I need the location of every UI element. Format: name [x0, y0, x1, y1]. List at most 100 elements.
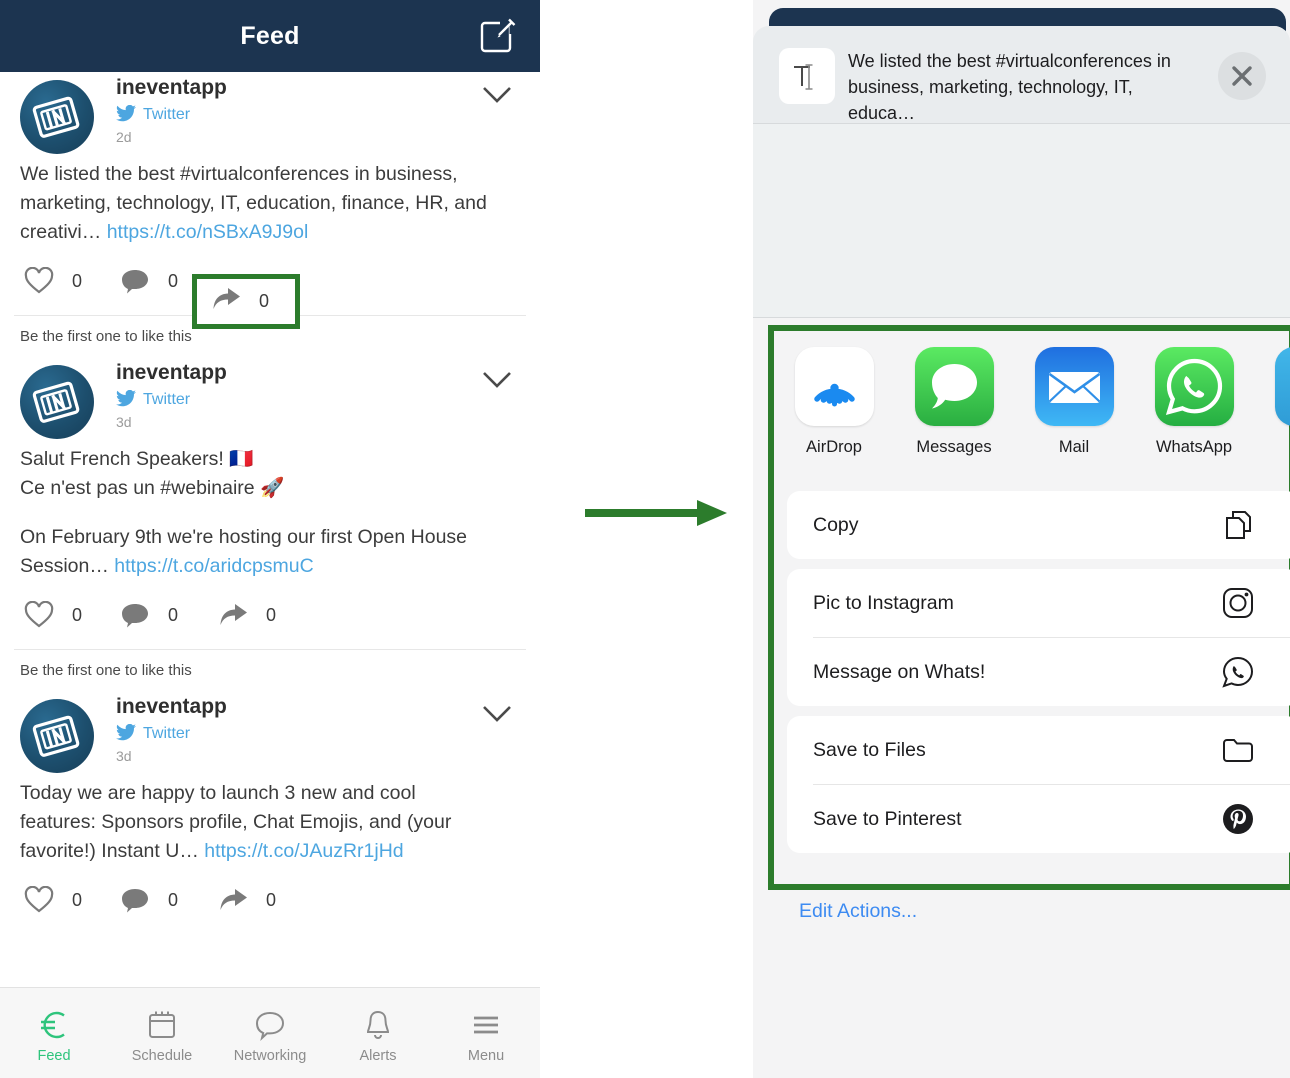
share-app-label: AirDrop	[806, 438, 862, 456]
whatsapp-icon	[1154, 347, 1234, 426]
post-username[interactable]: ineventapp	[116, 361, 227, 385]
text-cursor-icon	[779, 48, 835, 104]
tab-label: Feed	[37, 1048, 71, 1064]
post-body: We listed the best #virtualconferences i…	[20, 160, 520, 247]
comment-count: 0	[168, 889, 179, 910]
share-app-messages[interactable]: Messages	[894, 331, 1014, 457]
like-count: 0	[72, 604, 83, 625]
share-button[interactable]: 0	[218, 595, 276, 635]
avatar[interactable]	[20, 365, 94, 439]
pinterest-icon	[1221, 802, 1255, 836]
chevron-down-icon[interactable]	[482, 705, 512, 723]
bottom-tab-bar: Feed Schedule Networking Alerts Menu	[0, 987, 540, 1078]
post-source: Twitter	[116, 389, 190, 412]
action-group: Save to Files Save to Pinterest	[787, 716, 1290, 853]
feed-list[interactable]: ineventapp Twitter 2d We listed the best…	[0, 72, 540, 988]
twitter-bird-icon	[116, 389, 136, 412]
tab-label: Menu	[467, 1048, 505, 1064]
post-age: 2d	[116, 129, 132, 145]
post-username[interactable]: ineventapp	[116, 76, 227, 100]
post-header: ineventapp Twitter 2d	[0, 72, 540, 160]
share-button-highlight[interactable]: 0	[192, 274, 300, 329]
like-count: 0	[72, 889, 83, 910]
feed-app-screenshot: Feed ineventapp Twitter 2d We listed the…	[0, 0, 540, 1078]
share-app-mail[interactable]: Mail	[1014, 331, 1134, 457]
right-arrow-annotation	[585, 495, 735, 531]
comment-count: 0	[168, 604, 179, 625]
share-preview-text: We listed the best #virtualconferences i…	[848, 48, 1178, 126]
like-button[interactable]: 0	[24, 261, 82, 301]
action-row-pic-to-instagram[interactable]: Pic to Instagram	[787, 569, 1290, 637]
post-age: 3d	[116, 748, 132, 764]
heart-icon	[24, 600, 54, 629]
share-sheet-screenshot: We listed the best #virtualconferences i…	[753, 0, 1290, 1078]
post-actions: 0 0 0	[0, 595, 540, 649]
preview-line: business, marketing, technology, IT, edu…	[848, 77, 1133, 123]
divider	[753, 317, 1290, 318]
action-label: Save to Files	[813, 738, 926, 761]
preview-line: We listed the best #virtualconferences i…	[848, 51, 1171, 71]
post-body-line: marketing, technology, IT, education, fi…	[20, 192, 487, 214]
share-app-label: Mail	[1058, 438, 1090, 456]
post-username[interactable]: ineventapp	[116, 695, 227, 719]
post-body-line: features: Sponsors profile, Chat Emojis,…	[20, 811, 452, 833]
comment-icon	[120, 886, 150, 914]
post-body: Salut French Speakers! 🇫🇷 Ce n'est pas u…	[20, 445, 520, 503]
avatar[interactable]	[20, 699, 94, 773]
tab-networking[interactable]: Networking	[216, 988, 324, 1078]
action-label: Copy	[813, 513, 859, 536]
whatsapp-outline-icon	[1221, 655, 1255, 689]
heart-icon	[24, 885, 54, 914]
post-body-line: On February 9th we're hosting our first …	[20, 526, 468, 548]
twitter-bird-icon	[116, 104, 136, 127]
action-label: Pic to Instagram	[813, 591, 954, 614]
tab-alerts[interactable]: Alerts	[324, 988, 432, 1078]
edit-actions-link[interactable]: Edit Actions...	[799, 900, 917, 923]
comment-button[interactable]: 0	[120, 880, 178, 920]
close-icon[interactable]	[1218, 52, 1266, 100]
post-source-label: Twitter	[143, 725, 191, 742]
post-header: ineventapp Twitter 3d	[0, 691, 540, 779]
compose-icon[interactable]	[480, 17, 517, 54]
post-header: ineventapp Twitter 3d	[0, 357, 540, 445]
action-row-message-on-whats[interactable]: Message on Whats!	[787, 638, 1290, 706]
share-app-airdrop[interactable]: AirDrop	[774, 331, 894, 457]
share-app-label: Messages	[916, 438, 992, 456]
share-arrow-icon	[211, 285, 241, 318]
feed-post[interactable]: ineventapp Twitter 3d Salut French Speak…	[0, 357, 540, 679]
share-app-telegram[interactable]: T	[1254, 331, 1290, 457]
tab-schedule[interactable]: Schedule	[108, 988, 216, 1078]
like-button[interactable]: 0	[24, 595, 82, 635]
share-app-whatsapp[interactable]: WhatsApp	[1134, 331, 1254, 457]
post-link[interactable]: https://t.co/nSBxA9J9ol	[107, 221, 309, 243]
share-arrow-icon	[218, 886, 248, 914]
comment-button[interactable]: 0	[120, 261, 178, 301]
chevron-down-icon[interactable]	[482, 86, 512, 104]
share-apps-row[interactable]: AirDrop Messages Mail WhatsApp	[774, 331, 1290, 481]
comment-button[interactable]: 0	[120, 595, 178, 635]
action-row-save-to-pinterest[interactable]: Save to Pinterest	[787, 785, 1290, 853]
share-sheet-highlight: AirDrop Messages Mail WhatsApp Copy Pic …	[768, 325, 1290, 890]
like-button[interactable]: 0	[24, 880, 82, 920]
twitter-bird-icon	[116, 723, 136, 746]
post-body-line: Today we are happy to launch 3 new and c…	[20, 782, 416, 804]
avatar[interactable]	[20, 80, 94, 154]
action-row-save-to-files[interactable]: Save to Files	[787, 716, 1290, 784]
post-link[interactable]: https://t.co/JAuzRr1jHd	[204, 840, 403, 862]
share-app-label: WhatsApp	[1155, 438, 1233, 456]
tab-label: Networking	[233, 1048, 307, 1064]
hamburger-icon	[469, 1008, 503, 1042]
post-body-line: creativi…	[20, 221, 107, 243]
chevron-down-icon[interactable]	[482, 371, 512, 389]
comment-icon	[120, 601, 150, 629]
tab-feed[interactable]: Feed	[0, 988, 108, 1078]
share-preview-row[interactable]: We listed the best #virtualconferences i…	[753, 26, 1290, 123]
post-link[interactable]: https://t.co/aridcpsmuC	[114, 555, 313, 577]
feed-post[interactable]: ineventapp Twitter 3d Today we are happy…	[0, 691, 540, 934]
share-button[interactable]: 0	[218, 880, 276, 920]
action-row-copy[interactable]: Copy	[787, 491, 1290, 559]
tab-menu[interactable]: Menu	[432, 988, 540, 1078]
share-sheet-preview-area: We listed the best #virtualconferences i…	[753, 26, 1290, 318]
inevent-logo-icon	[32, 715, 80, 757]
tab-label: Alerts	[359, 1048, 397, 1064]
